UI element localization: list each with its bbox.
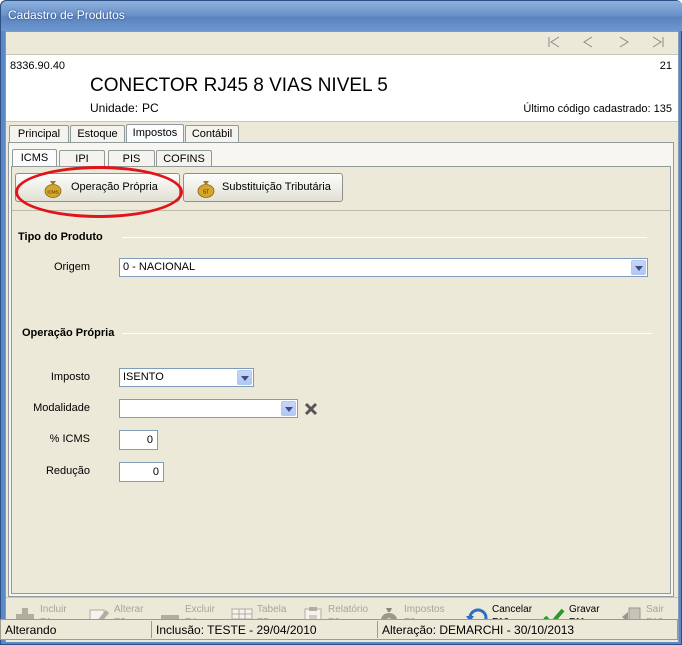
imposto-label: Imposto: [50, 371, 90, 383]
icms-tab-panel: ICMS Operação Própria ST Substituição Tr…: [11, 166, 671, 594]
icms-percent-label: % ICMS: [49, 433, 90, 445]
tab-label: ICMS: [20, 152, 49, 164]
last-record-icon[interactable]: [650, 35, 666, 49]
imposto-value: ISENTO: [123, 371, 164, 383]
origem-label: Origem: [53, 261, 90, 273]
status-bar-panel: Alterando Inclusão: TESTE - 29/04/2010 A…: [0, 619, 678, 640]
tab-estoque[interactable]: Estoque: [70, 125, 125, 143]
chevron-down-icon[interactable]: [631, 260, 646, 275]
status-alteracao: Alteração: DEMARCHI - 30/10/2013: [382, 623, 575, 637]
status-separator: [377, 621, 378, 638]
icms-percent-value: 0: [146, 434, 153, 446]
operacao-propria-label: Operação Própria: [71, 181, 158, 193]
money-bag-icon: ICMS: [44, 181, 62, 198]
impostos-label: Impostos: [404, 604, 445, 615]
status-inclusao: Inclusão: TESTE - 29/04/2010: [156, 623, 317, 637]
chevron-down-icon[interactable]: [281, 401, 296, 416]
ncm-code: 8336.90.40: [10, 60, 66, 72]
previous-record-icon[interactable]: [580, 35, 596, 49]
money-bag-icon: ST: [197, 181, 215, 198]
icms-mode-bar: ICMS Operação Própria ST Substituição Tr…: [12, 167, 670, 211]
chevron-down-icon[interactable]: [237, 370, 252, 385]
status-mode: Alterando: [5, 623, 57, 637]
imposto-select[interactable]: ISENTO: [119, 368, 254, 387]
alterar-label: Alterar: [114, 604, 144, 615]
tab-contabil[interactable]: Contábil: [185, 125, 239, 143]
first-record-icon[interactable]: [546, 35, 562, 49]
tab-label: COFINS: [163, 153, 205, 165]
clear-icon[interactable]: [303, 401, 319, 417]
origem-select[interactable]: 0 - NACIONAL: [119, 258, 648, 277]
incluir-label: Incluir: [40, 604, 67, 615]
origem-value: 0 - NACIONAL: [123, 261, 196, 273]
last-code-info: Último código cadastrado: 135: [523, 103, 672, 115]
unit-value: PC: [142, 101, 159, 115]
tab-label: Contábil: [191, 128, 233, 140]
relatorio-label: Relatório: [328, 604, 369, 615]
section-title-tipo-produto: Tipo do Produto: [18, 231, 103, 243]
reducao-label: Redução: [45, 465, 90, 477]
reducao-value: 0: [152, 466, 159, 478]
tab-label: PIS: [122, 153, 141, 165]
tabela-label: Tabela: [257, 604, 287, 615]
window-title: Cadastro de Produtos: [8, 8, 125, 22]
title-bar[interactable]: Cadastro de Produtos: [1, 1, 682, 31]
tab-impostos[interactable]: Impostos: [126, 124, 184, 144]
section-title-operacao-propria: Operação Própria: [22, 327, 115, 339]
sair-label: Sair: [646, 604, 664, 615]
modalidade-label: Modalidade: [33, 402, 90, 414]
next-record-icon[interactable]: [616, 35, 632, 49]
tab-label: Estoque: [77, 128, 118, 140]
tab-label: IPI: [75, 153, 89, 165]
st-bag-text: ST: [203, 190, 209, 196]
icms-bag-text: ICMS: [47, 190, 58, 195]
unit-label: Unidade:: [90, 101, 139, 115]
product-header: 8336.90.40 CONECTOR RJ45 8 VIAS NIVEL 5 …: [6, 54, 678, 122]
substituicao-tributaria-label: Substituição Tributária: [222, 181, 331, 193]
reducao-input[interactable]: 0: [119, 462, 164, 482]
excluir-label: Excluir: [185, 604, 216, 615]
window-client-area: 8336.90.40 CONECTOR RJ45 8 VIAS NIVEL 5 …: [5, 31, 679, 642]
icms-percent-input[interactable]: 0: [119, 430, 158, 450]
operacao-propria-button[interactable]: ICMS Operação Própria: [15, 173, 180, 202]
tab-label: Impostos: [132, 127, 178, 139]
status-bar: Alterando Inclusão: TESTE - 29/04/2010 A…: [0, 619, 682, 645]
section-divider: [122, 237, 647, 238]
product-name: CONECTOR RJ45 8 VIAS NIVEL 5: [90, 75, 388, 96]
cancelar-label: Cancelar: [492, 604, 533, 615]
modalidade-select[interactable]: [119, 399, 298, 418]
app-window: Cadastro de Produtos 8336.90.40 CONECTOR…: [0, 0, 682, 645]
record-navigation-bar: [6, 32, 678, 54]
tab-principal[interactable]: Principal: [9, 125, 69, 143]
gravar-label: Gravar: [569, 604, 600, 615]
record-number: 21: [659, 60, 672, 72]
section-divider: [122, 333, 652, 334]
status-separator: [151, 621, 152, 638]
tab-label: Principal: [17, 128, 61, 140]
substituicao-tributaria-button[interactable]: ST Substituição Tributária: [183, 173, 343, 202]
